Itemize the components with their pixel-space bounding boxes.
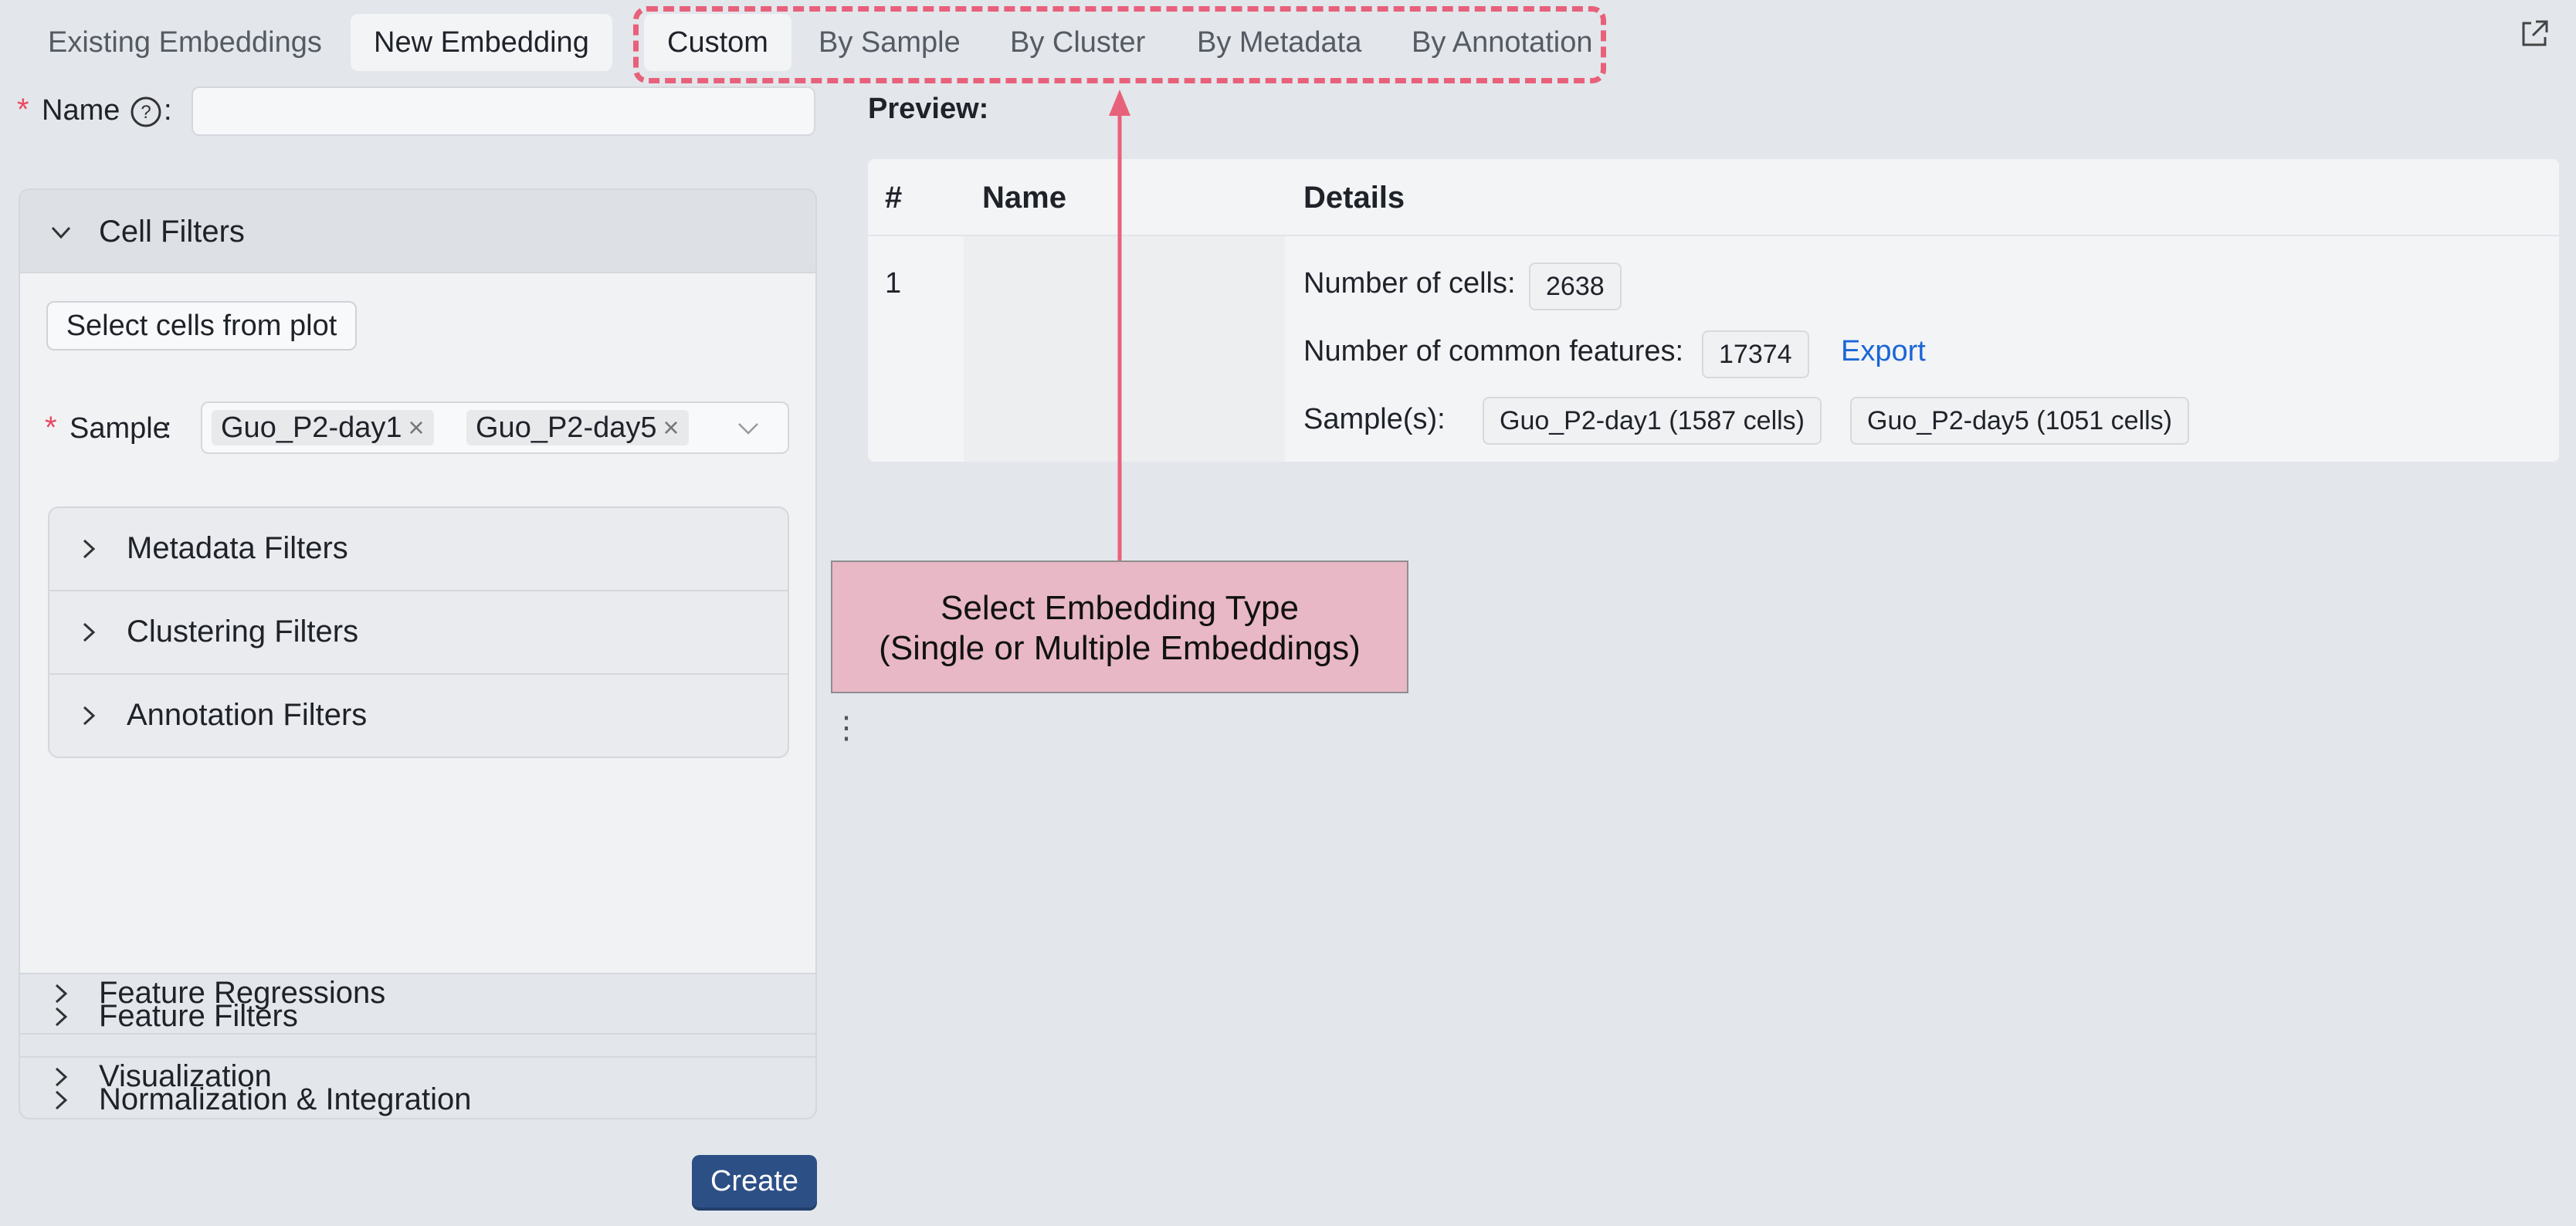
- sample-tag: Guo_P2-day5 ×: [466, 410, 689, 445]
- name-colon: :: [164, 94, 172, 127]
- column-header-details: Details: [1303, 181, 1405, 215]
- required-mark: *: [17, 93, 29, 127]
- annotation-highlight-box: [633, 6, 1606, 83]
- sample-tag: Guo_P2-day1 ×: [212, 410, 434, 445]
- sample-tag-label: Guo_P2-day5: [476, 411, 657, 444]
- preview-title: Preview:: [868, 93, 989, 125]
- number-of-common-features-label: Number of common features:: [1303, 335, 1684, 367]
- cell-filters-title: Cell Filters: [99, 215, 245, 249]
- column-header-index: #: [885, 181, 903, 215]
- number-of-cells-badge: 2638: [1529, 262, 1622, 310]
- chevron-right-icon: [83, 706, 96, 726]
- annotation-callout-line1: Select Embedding Type: [941, 589, 1299, 627]
- annotation-filters-title: Annotation Filters: [127, 698, 368, 732]
- annotation-arrow: [1109, 90, 1130, 561]
- chevron-right-icon: [83, 539, 96, 559]
- sample-tag-label: Guo_P2-day1: [221, 411, 402, 444]
- sub-filters-panel: Metadata Filters Clustering Filters Anno…: [48, 506, 789, 758]
- feature-regressions-title: Feature Regressions: [99, 976, 386, 1010]
- name-label: Name: [42, 94, 120, 127]
- close-icon[interactable]: ×: [408, 411, 425, 443]
- clustering-filters-title: Clustering Filters: [127, 615, 359, 649]
- tab-existing-embeddings[interactable]: Existing Embeddings: [25, 14, 345, 71]
- question-circle-icon: ?: [130, 97, 161, 127]
- samples-label: Sample(s):: [1303, 403, 1446, 435]
- chevron-right-icon: [83, 622, 96, 642]
- export-link[interactable]: Export: [1841, 335, 1926, 368]
- sample-cells-badge: Guo_P2-day5 (1051 cells): [1850, 397, 2190, 445]
- open-external-icon[interactable]: [2519, 19, 2550, 49]
- required-mark: *: [45, 411, 57, 445]
- annotation-filters-header[interactable]: Annotation Filters: [49, 675, 788, 757]
- number-of-cells-label: Number of cells:: [1303, 267, 1516, 300]
- chevron-right-icon: [55, 1067, 68, 1087]
- column-header-name: Name: [982, 181, 1066, 215]
- clustering-filters-header[interactable]: Clustering Filters: [49, 591, 788, 675]
- visualization-header[interactable]: Visualization: [19, 1035, 817, 1119]
- row-index: 1: [885, 267, 902, 300]
- annotation-callout-line2: (Single or Multiple Embeddings): [879, 629, 1361, 667]
- chevron-down-icon: [51, 226, 71, 239]
- panel-splitter-handle[interactable]: ⋮: [831, 710, 862, 746]
- select-cells-from-plot-button[interactable]: Select cells from plot: [46, 301, 357, 351]
- sample-label: Sample: [69, 412, 169, 445]
- chevron-right-icon: [55, 984, 68, 1004]
- cell-filters-header[interactable]: Cell Filters: [20, 190, 815, 273]
- tab-new-embedding[interactable]: New Embedding: [351, 14, 612, 71]
- close-icon[interactable]: ×: [663, 411, 680, 443]
- metadata-filters-title: Metadata Filters: [127, 531, 348, 565]
- sample-cells-badge: Guo_P2-day1 (1587 cells): [1483, 397, 1822, 445]
- metadata-filters-header[interactable]: Metadata Filters: [49, 508, 788, 591]
- name-input[interactable]: [192, 86, 815, 136]
- visualization-title: Visualization: [99, 1059, 272, 1093]
- annotation-callout: Select Embedding Type (Single or Multipl…: [831, 561, 1408, 693]
- create-button[interactable]: Create: [692, 1155, 817, 1207]
- number-of-common-features-badge: 17374: [1702, 330, 1809, 378]
- feature-regressions-header[interactable]: Feature Regressions: [19, 951, 817, 1035]
- chevron-down-icon: [738, 423, 758, 435]
- sample-select[interactable]: Guo_P2-day1 × Guo_P2-day5 ×: [201, 401, 789, 454]
- svg-text:?: ?: [141, 102, 151, 123]
- sample-colon: :: [164, 412, 172, 445]
